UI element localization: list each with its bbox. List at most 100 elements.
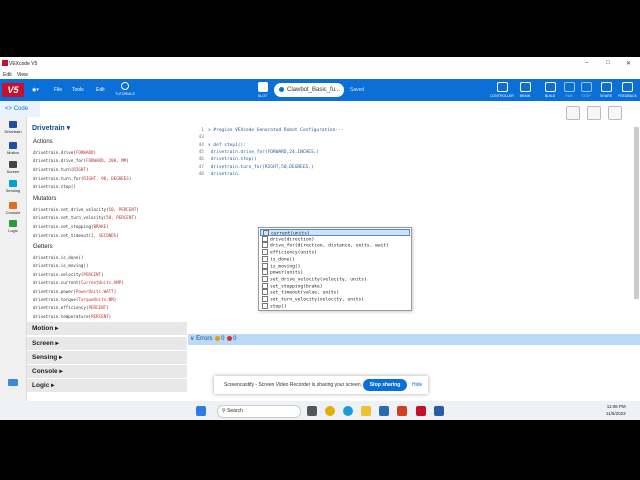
sidebar-item-logic[interactable]: Logic	[1, 220, 25, 233]
palette-command[interactable]: drivetrain.set_stopping(BRAKE)	[33, 224, 109, 229]
palette-section-title: Actions	[33, 139, 53, 145]
feedback-button[interactable]: FEEDBACK	[615, 82, 640, 98]
code-line[interactable]: 45 drivetrain.drive_for(FORWARD,24,INCHE…	[190, 150, 320, 157]
palette-command[interactable]: drivetrain.temperature(PERCENT)	[33, 314, 111, 319]
globe-icon[interactable]: ◉▾	[32, 87, 39, 93]
category-console[interactable]: Console ▸	[27, 364, 187, 378]
autocomplete-item[interactable]: set_turn_velocity(velocity, units)	[260, 296, 410, 303]
method-icon	[262, 275, 268, 282]
palette-command[interactable]: drivetrain.velocity(PERCENT)	[33, 272, 104, 277]
menu-bar: Edit View	[0, 70, 640, 79]
menu-tools[interactable]: Tools	[72, 87, 84, 93]
window-title: VEXcode V5	[9, 61, 38, 67]
chevron-right-icon: ▸	[57, 354, 63, 361]
minimize-button[interactable]: –	[585, 60, 588, 66]
palette-command[interactable]: drivetrain.is_moving()	[33, 263, 88, 268]
stop-icon	[580, 82, 592, 92]
share-button[interactable]: SHARE	[595, 82, 617, 98]
chevron-right-icon: ▸	[57, 368, 63, 375]
sidebar-item-motion[interactable]: Motion	[1, 142, 25, 155]
menu-edit-app[interactable]: Edit	[96, 87, 105, 93]
code-line[interactable]: 43	[190, 135, 208, 142]
project-name-field[interactable]: Clawbot_Basic_fu...	[274, 83, 344, 97]
sidebar-item-sensing[interactable]: Sensing	[1, 180, 25, 193]
sidebar-item-screen[interactable]: Screen	[1, 161, 25, 174]
device-icon[interactable]	[587, 106, 601, 120]
menu-file[interactable]: File	[54, 87, 62, 93]
autocomplete-item[interactable]: is_moving()	[260, 262, 410, 270]
category-motion[interactable]: Motion ▸	[27, 321, 187, 335]
palette-command[interactable]: drivetrain.turn_for(RIGHT, 90, DEGREES)	[33, 176, 131, 181]
task-view-icon[interactable]	[307, 406, 317, 416]
category-screen[interactable]: Screen ▸	[27, 336, 187, 350]
autocomplete-item[interactable]: drive(direction)	[260, 235, 410, 243]
palette-command[interactable]: drivetrain.torque(TorqueUnits.NM)	[33, 297, 116, 302]
autocomplete-item[interactable]: drive_for(direction, distance, units, wa…	[260, 242, 410, 249]
word-icon[interactable]	[434, 406, 444, 416]
tutorials-button[interactable]: TUTORIALS	[114, 82, 136, 96]
print-icon[interactable]	[566, 106, 580, 120]
file-explorer-icon[interactable]	[361, 406, 371, 416]
palette-command[interactable]: drivetrain.set_turn_velocity(50, PERCENT…	[33, 215, 136, 220]
sidebar-item-drivetrain[interactable]: Drivetrain	[1, 121, 25, 134]
stop-sharing-button[interactable]: Stop sharing	[363, 379, 407, 391]
palette-command[interactable]: drivetrain.power(PowerUnits.WATT)	[33, 289, 116, 294]
palette-command[interactable]: drivetrain.efficiency(PERCENT)	[33, 305, 109, 310]
code-brackets-icon: <>	[5, 106, 13, 112]
vexcode-taskbar-icon[interactable]	[416, 406, 426, 416]
palette-command[interactable]: drivetrain.set_timeout(1, SECONDS)	[33, 233, 119, 238]
autocomplete-item[interactable]: current(units)	[260, 229, 410, 237]
vex-logo-icon	[2, 60, 8, 66]
code-line[interactable]: 47 drivetrain.turn_for(RIGHT,50,DEGREES,…	[190, 165, 314, 172]
palette-command[interactable]: drivetrain.is_done()	[33, 255, 83, 260]
hide-link[interactable]: Hide	[412, 376, 422, 394]
autocomplete-item[interactable]: is_done()	[260, 255, 410, 263]
slot-icon[interactable]	[258, 82, 268, 92]
build-icon	[544, 82, 556, 92]
errors-bar[interactable]: ∨ Errors 0 0	[188, 334, 640, 345]
autocomplete-item[interactable]: set_stopping(brake)	[260, 282, 410, 290]
code-line[interactable]: 46 drivetrain.stop()	[190, 157, 257, 164]
chrome-icon[interactable]	[325, 406, 335, 416]
code-line[interactable]: 1 > #region VEXcode Generated Robot Confi…	[190, 128, 343, 135]
category-logic[interactable]: Logic ▸	[27, 378, 187, 392]
sidebar-item-console[interactable]: Console	[1, 202, 25, 215]
store-icon[interactable]	[379, 406, 389, 416]
stop-button[interactable]: STOP	[575, 82, 597, 98]
edge-icon[interactable]	[343, 406, 353, 416]
palette-command[interactable]: drivetrain.drive(FORWARD)	[33, 150, 96, 155]
autocomplete-item[interactable]: set_timeout(value, units)	[260, 289, 410, 296]
controller-button[interactable]: CONTROLLER	[489, 82, 515, 98]
brain-button[interactable]: BRAIN	[514, 82, 536, 98]
palette-command[interactable]: drivetrain.current(CurrentUnits.AMP)	[33, 280, 124, 285]
code-line[interactable]: 44 ∨ def step1():	[190, 143, 246, 150]
code-tab[interactable]: <> Code	[0, 101, 40, 117]
palette-command[interactable]: drivetrain.stop()	[33, 184, 76, 189]
help-icon[interactable]	[608, 106, 622, 120]
menu-edit[interactable]: Edit	[3, 72, 12, 78]
controller-icon	[496, 82, 508, 92]
error-icon	[227, 335, 233, 341]
screen-share-notification: Screencastify - Screen Video Recorder is…	[214, 376, 428, 394]
autocomplete-item[interactable]: efficiency(units)	[260, 249, 410, 256]
autocomplete-item[interactable]: stop()	[260, 302, 410, 310]
autocomplete-item[interactable]: set_drive_velocity(velocity, units)	[260, 275, 410, 283]
palette-command[interactable]: drivetrain.drive_for(FORWARD, 200, MM)	[33, 158, 129, 163]
close-button[interactable]: ✕	[626, 60, 631, 67]
autocomplete-item[interactable]: power(units)	[260, 269, 410, 276]
taskbar-clock[interactable]: 11:08 PM 11/5/2023	[606, 403, 626, 417]
taskbar-search[interactable]: ⚲ Search	[217, 405, 301, 418]
maximize-button[interactable]: □	[606, 60, 610, 66]
code-line[interactable]: 48 drivetrain.	[190, 172, 241, 179]
category-sensing[interactable]: Sensing ▸	[27, 350, 187, 364]
palette-command[interactable]: drivetrain.turn(RIGHT)	[33, 167, 88, 172]
title-bar: VEXcode V5 – □ ✕	[0, 57, 640, 70]
windows-start-icon[interactable]	[196, 406, 206, 416]
editor-scrollbar[interactable]	[634, 127, 639, 299]
chevron-down-icon: ∨	[190, 336, 195, 342]
palette-header[interactable]: Drivetrain ▾	[32, 124, 70, 132]
users-icon[interactable]	[1, 379, 25, 387]
office-icon[interactable]	[397, 406, 407, 416]
palette-command[interactable]: drivetrain.set_drive_velocity(50, PERCEN…	[33, 207, 139, 212]
menu-view[interactable]: View	[17, 72, 28, 78]
